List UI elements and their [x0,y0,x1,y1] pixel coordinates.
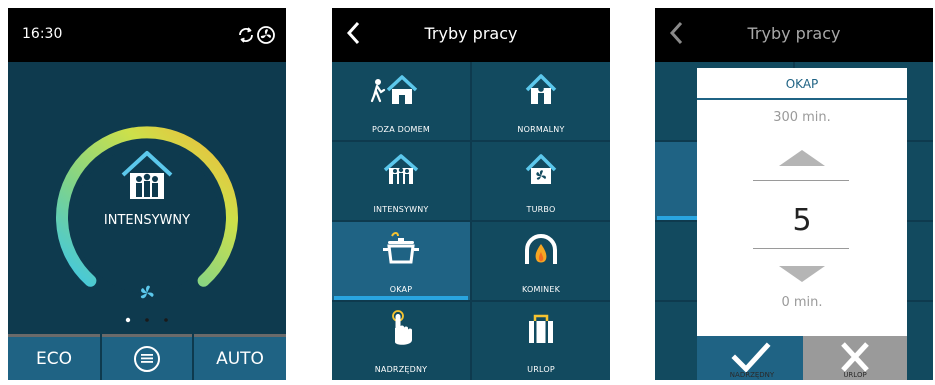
status-icons [239,26,275,44]
page-title: Tryby pracy [747,24,841,43]
list-menu-icon [134,345,160,372]
home-screen: 16:30 INTENSYWNY ECO AUTO [8,8,286,380]
divider [753,248,849,249]
page-dot-active[interactable] [125,317,131,323]
page-title: Tryby pracy [424,24,518,43]
walking-person-house-icon [370,75,418,104]
clock: 16:30 [22,26,63,42]
modes-screen: Tryby pracy POZA DOMEM NORMALNY INTENSYW… [332,8,610,380]
mode-tile-turbo[interactable]: TURBO [472,142,610,220]
fan-house-icon [525,154,557,184]
mode-tile-intensive[interactable]: INTENSYWNY [332,142,470,220]
page-dot[interactable] [145,318,149,322]
modes-grid: POZA DOMEM NORMALNY INTENSYWNY TURBO OKA… [332,62,610,380]
header: Tryby pracy [332,8,610,62]
mode-label: URLOP [527,365,555,374]
suitcase-icon [529,314,553,343]
mode-label: TURBO [526,205,556,214]
mode-tile-fireplace[interactable]: KOMINEK [472,222,610,300]
header: Tryby pracy [655,8,933,62]
timer-screen: Tryby pracy OKAP 300 min. 5 0 min. NADRZ… [655,8,933,380]
divider [753,180,849,181]
person-house-icon [525,74,557,104]
family-house-icon [383,154,419,184]
min-value-label: 0 min. [781,295,823,310]
cooking-pot-icon [383,232,419,264]
page-dot[interactable] [164,318,168,322]
eco-button[interactable]: ECO [8,334,100,380]
selected-indicator [334,296,468,300]
max-value-label: 300 min. [773,110,831,125]
sync-icon [239,27,253,43]
hidden-tile-label: URLOP [843,371,867,379]
page-indicator[interactable] [124,316,174,324]
mode-tile-normal[interactable]: NORMALNY [472,62,610,140]
selected-indicator [657,216,697,220]
mode-label: POZA DOMEM [372,125,430,134]
mode-label: KOMINEK [521,285,561,294]
mode-label: OKAP [389,285,413,294]
intensity-ring [56,126,238,299]
mode-tile-away[interactable]: POZA DOMEM [332,62,470,140]
mode-label: NORMALNY [517,125,565,134]
mode-tile-hood[interactable]: OKAP [332,222,470,300]
menu-button[interactable] [102,334,192,380]
timer-dialog: OKAP 300 min. 5 0 min. [697,68,907,368]
status-bar: 16:30 [8,8,286,62]
mode-tile-vacation[interactable]: URLOP [472,302,610,380]
current-mode-label: INTENSYWNY [103,213,191,228]
pointing-hand-icon [392,310,412,345]
hidden-tile-label: NADRZĘDNY [729,371,775,379]
timer-value[interactable]: 5 [697,203,907,238]
increase-arrow-icon[interactable] [777,148,827,168]
auto-button[interactable]: AUTO [194,334,286,380]
fireplace-icon [525,234,557,264]
mode-label: NADRZĘDNY [374,365,428,374]
bottom-bar: ECO AUTO [8,334,286,380]
dialog-title: OKAP [697,68,907,100]
decrease-arrow-icon[interactable] [777,264,827,284]
mode-tile-master[interactable]: NADRZĘDNY [332,302,470,380]
mode-label: INTENSYWNY [373,205,429,214]
fan-icon [257,26,275,44]
